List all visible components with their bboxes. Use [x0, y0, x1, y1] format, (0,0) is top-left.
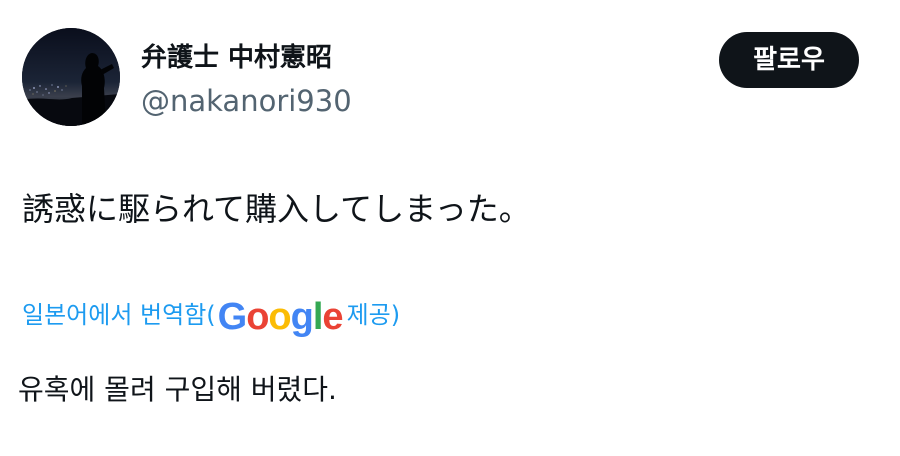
avatar-image: [22, 28, 120, 126]
translation-attribution: 일본어에서 번역함( Google 제공): [22, 292, 400, 338]
tweet-text: 誘惑に駆られて購入してしまった。: [22, 190, 531, 228]
author-handle[interactable]: @nakanori930: [141, 82, 352, 120]
google-logo-icon: Google: [217, 296, 344, 338]
avatar[interactable]: [22, 28, 120, 126]
translated-tweet-text: 유혹에 몰려 구입해 버렸다.: [18, 373, 337, 406]
follow-button[interactable]: 팔로우: [719, 32, 859, 88]
author-display-name[interactable]: 弁護士 中村憲昭: [141, 40, 332, 76]
translated-from-label[interactable]: 일본어에서 번역함(: [22, 292, 216, 338]
provided-by-label: 제공): [346, 301, 401, 329]
